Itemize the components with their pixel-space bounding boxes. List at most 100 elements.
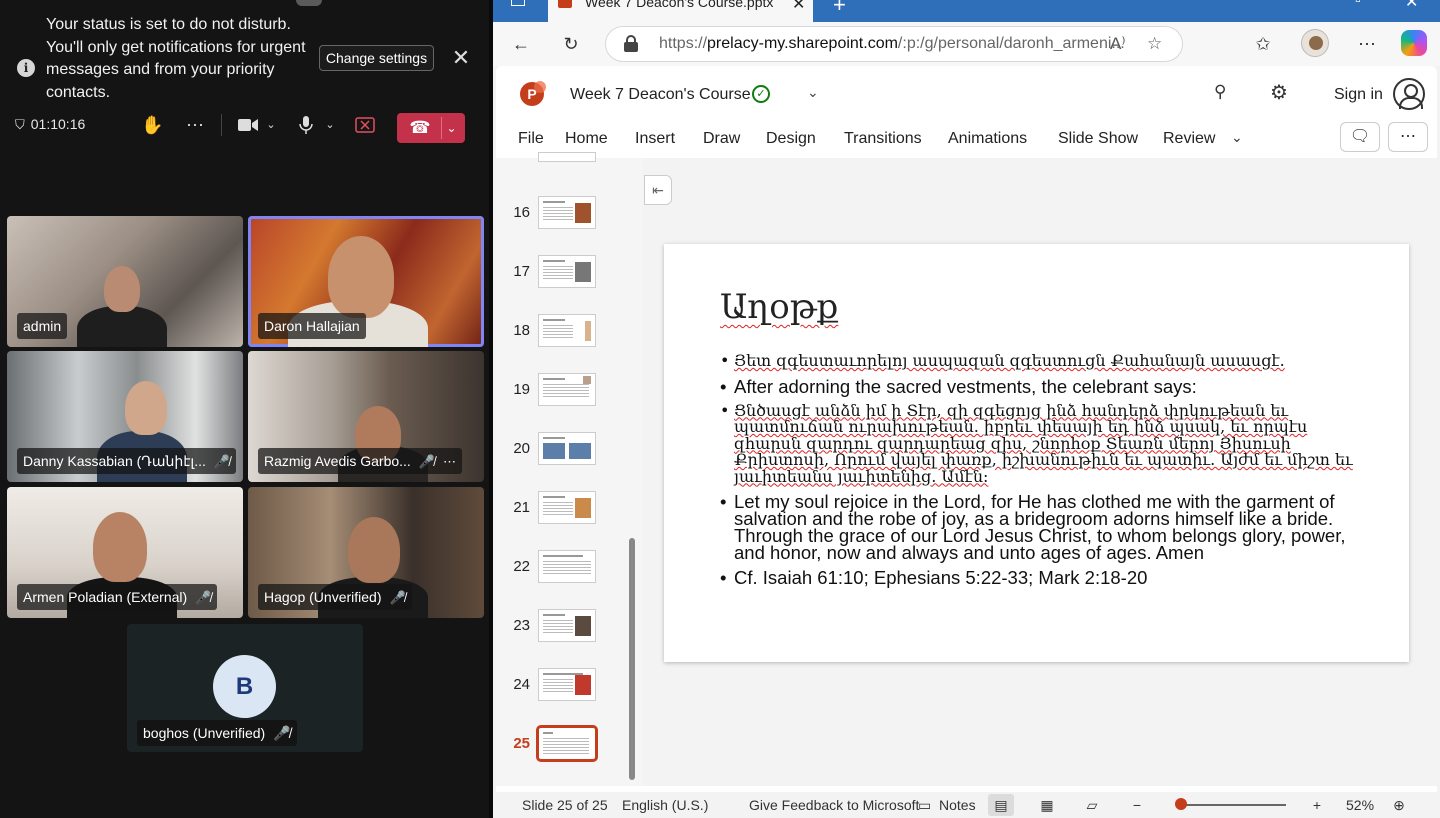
video-tile-hagop[interactable]: Hagop (Unverified) 🎤̸ bbox=[248, 487, 484, 618]
new-tab-icon[interactable]: + bbox=[833, 0, 846, 18]
participant-head bbox=[348, 517, 400, 583]
microphone-icon[interactable] bbox=[296, 112, 316, 138]
thumbnail-image bbox=[538, 491, 596, 524]
url-path: /:p:/g/personal/daronh_armeni... bbox=[897, 35, 1125, 52]
more-options-icon[interactable]: ⋯ bbox=[443, 449, 456, 475]
document-title[interactable]: Week 7 Deacon's Course bbox=[570, 86, 751, 104]
tab-slide-show[interactable]: Slide Show bbox=[1058, 130, 1138, 148]
tab-review[interactable]: Review bbox=[1163, 130, 1215, 148]
maximize-icon[interactable]: ▫ bbox=[1355, 0, 1361, 10]
thumbnail-scrollbar[interactable] bbox=[629, 538, 635, 780]
camera-icon[interactable] bbox=[236, 112, 260, 138]
chevron-down-icon[interactable]: ⌄ bbox=[807, 84, 819, 101]
tab-file[interactable]: File bbox=[518, 130, 544, 148]
tab-title: Week 7 Deacon's Course.pptx bbox=[585, 0, 774, 10]
copilot-icon[interactable] bbox=[1401, 30, 1427, 56]
powerpoint-logo-icon[interactable]: P bbox=[520, 81, 546, 106]
slide-number: 20 bbox=[513, 440, 530, 457]
tab-draw[interactable]: Draw bbox=[703, 130, 740, 148]
thumbnail-image bbox=[538, 609, 596, 642]
thumbnail-slide-20[interactable]: 20 bbox=[496, 432, 636, 472]
close-window-icon[interactable]: ✕ bbox=[1405, 0, 1418, 12]
change-settings-button[interactable]: Change settings bbox=[319, 45, 434, 71]
feedback-link[interactable]: Give Feedback to Microsoft bbox=[749, 797, 919, 813]
thumbnail-slide-23[interactable]: 23 bbox=[496, 609, 636, 649]
close-tab-icon[interactable]: ✕ bbox=[792, 0, 805, 14]
refresh-icon[interactable]: ↻ bbox=[559, 32, 583, 56]
share-stop-icon[interactable] bbox=[354, 112, 376, 138]
thumbnail-image bbox=[538, 196, 596, 229]
thumbnail-slide-24[interactable]: 24 bbox=[496, 668, 636, 708]
tab-transitions[interactable]: Transitions bbox=[844, 130, 922, 148]
tab-actions-icon[interactable] bbox=[511, 0, 525, 6]
participant-silhouette bbox=[77, 306, 167, 347]
slide-title[interactable]: Աղօթք bbox=[720, 287, 838, 327]
favorite-star-icon[interactable]: ☆ bbox=[1147, 34, 1162, 54]
tab-home[interactable]: Home bbox=[565, 130, 608, 148]
thumbnail-slide-22[interactable]: 22 bbox=[496, 550, 636, 590]
notification-text: Your status is set to do not disturb. Yo… bbox=[46, 16, 306, 101]
favorites-icon[interactable]: ✩ bbox=[1251, 32, 1275, 56]
raise-hand-icon[interactable]: ✋ bbox=[141, 112, 163, 138]
video-tile-danny-kassabian[interactable]: Danny Kassabian (Դանիէլ... 🎤̸ bbox=[7, 351, 243, 482]
zoom-in-icon[interactable]: + bbox=[1304, 794, 1330, 816]
tab-week7-pptx[interactable]: Week 7 Deacon's Course.pptx ✕ bbox=[548, 0, 813, 22]
thumbnail-slide-25[interactable]: 25 bbox=[496, 725, 636, 767]
leave-chevron-down-icon[interactable]: ⌄ bbox=[441, 117, 461, 139]
zoom-slider-track[interactable] bbox=[1180, 804, 1286, 806]
edge-browser-window: Week 7 Deacon's Course.pptx ✕ + ▫ ✕ ← ↻ … bbox=[493, 0, 1440, 818]
zoom-out-icon[interactable]: − bbox=[1124, 794, 1150, 816]
thumbnail-slide-17[interactable]: 17 bbox=[496, 255, 636, 295]
video-tile-admin[interactable]: admin bbox=[7, 216, 243, 347]
collapse-pane-icon[interactable]: ⇤ bbox=[644, 175, 672, 205]
video-tile-boghos[interactable]: B boghos (Unverified) 🎤̸ bbox=[127, 624, 363, 752]
slide-sorter-icon[interactable]: ▦ bbox=[1034, 794, 1060, 816]
slide-number: 25 bbox=[513, 735, 530, 752]
bullet-references: Cf. Isaiah 61:10; Ephesians 5:22-33; Mar… bbox=[720, 568, 1355, 587]
camera-chevron-down-icon[interactable]: ⌄ bbox=[263, 112, 279, 138]
normal-view-icon[interactable]: ▤ bbox=[988, 794, 1014, 816]
participant-head bbox=[104, 266, 140, 312]
more-options-button[interactable]: ⋯ bbox=[1388, 122, 1428, 152]
powerpoint-web-app: P Week 7 Deacon's Course ✓ ⌄ ⚲ ⚙ Sign in… bbox=[496, 66, 1437, 818]
thumbnail-slide-18[interactable]: 18 bbox=[496, 314, 636, 354]
tab-design[interactable]: Design bbox=[766, 130, 816, 148]
fit-to-window-icon[interactable]: ⊕ bbox=[1386, 794, 1412, 816]
thumbnail-slide-19[interactable]: 19 bbox=[496, 373, 636, 413]
language-indicator[interactable]: English (U.S.) bbox=[622, 797, 708, 813]
notes-button[interactable]: Notes bbox=[939, 797, 976, 813]
profile-avatar[interactable] bbox=[1301, 29, 1329, 57]
more-tabs-chevron-icon[interactable]: ⌄ bbox=[1231, 129, 1243, 146]
mic-chevron-down-icon[interactable]: ⌄ bbox=[322, 112, 338, 138]
thumbnail-slide-21[interactable]: 21 bbox=[496, 491, 636, 531]
mic-muted-icon: 🎤̸ bbox=[389, 590, 406, 605]
teams-call-window: i Your status is set to do not disturb. … bbox=[0, 0, 489, 818]
more-options-icon[interactable]: ⋯ bbox=[183, 112, 207, 138]
comments-button[interactable]: 🗨 bbox=[1340, 122, 1380, 152]
slide-canvas[interactable]: Աղօթք Յետ զգեստաւորելոյ ասպազան զգեստուց… bbox=[664, 244, 1409, 662]
call-timer: ⛉ 01:10:16 bbox=[15, 116, 85, 133]
settings-more-icon[interactable]: ⋯ bbox=[1355, 32, 1379, 56]
bullet-english-rubric: After adorning the sacred vestments, the… bbox=[720, 377, 1355, 396]
zoom-slider-knob[interactable] bbox=[1175, 798, 1187, 810]
slide-bullets[interactable]: Յետ զգեստաւորելոյ ասպազան զգեստուցն Քահա… bbox=[720, 352, 1355, 594]
leave-call-button[interactable]: ☎ ⌄ bbox=[397, 113, 465, 143]
participant-name: Armen Poladian (External) bbox=[23, 589, 188, 605]
close-icon[interactable]: ✕ bbox=[451, 47, 471, 69]
sign-in-link[interactable]: Sign in bbox=[1334, 86, 1383, 104]
thumbnail-slide-16[interactable]: 16 bbox=[496, 196, 636, 236]
slide-number: 19 bbox=[513, 381, 530, 398]
address-bar[interactable]: https://prelacy-my.sharepoint.com/:p:/g/… bbox=[605, 26, 1183, 62]
tab-animations[interactable]: Animations bbox=[948, 130, 1027, 148]
zoom-level[interactable]: 52% bbox=[1346, 797, 1374, 813]
tab-insert[interactable]: Insert bbox=[635, 130, 675, 148]
video-tile-armen-poladian[interactable]: Armen Poladian (External) 🎤̸ bbox=[7, 487, 243, 618]
user-account-icon[interactable] bbox=[1393, 78, 1425, 110]
back-icon[interactable]: ← bbox=[509, 32, 533, 56]
video-tile-razmig-avedis[interactable]: Razmig Avedis Garbo... 🎤̸ ⋯ bbox=[248, 351, 484, 482]
search-icon[interactable]: ⚲ bbox=[1214, 82, 1226, 102]
read-aloud-icon[interactable]: A⁾ bbox=[1110, 34, 1126, 54]
reading-view-icon[interactable]: ▱ bbox=[1079, 794, 1105, 816]
gear-icon[interactable]: ⚙ bbox=[1270, 80, 1288, 105]
video-tile-daron-hallajian[interactable]: Daron Hallajian bbox=[248, 216, 484, 347]
